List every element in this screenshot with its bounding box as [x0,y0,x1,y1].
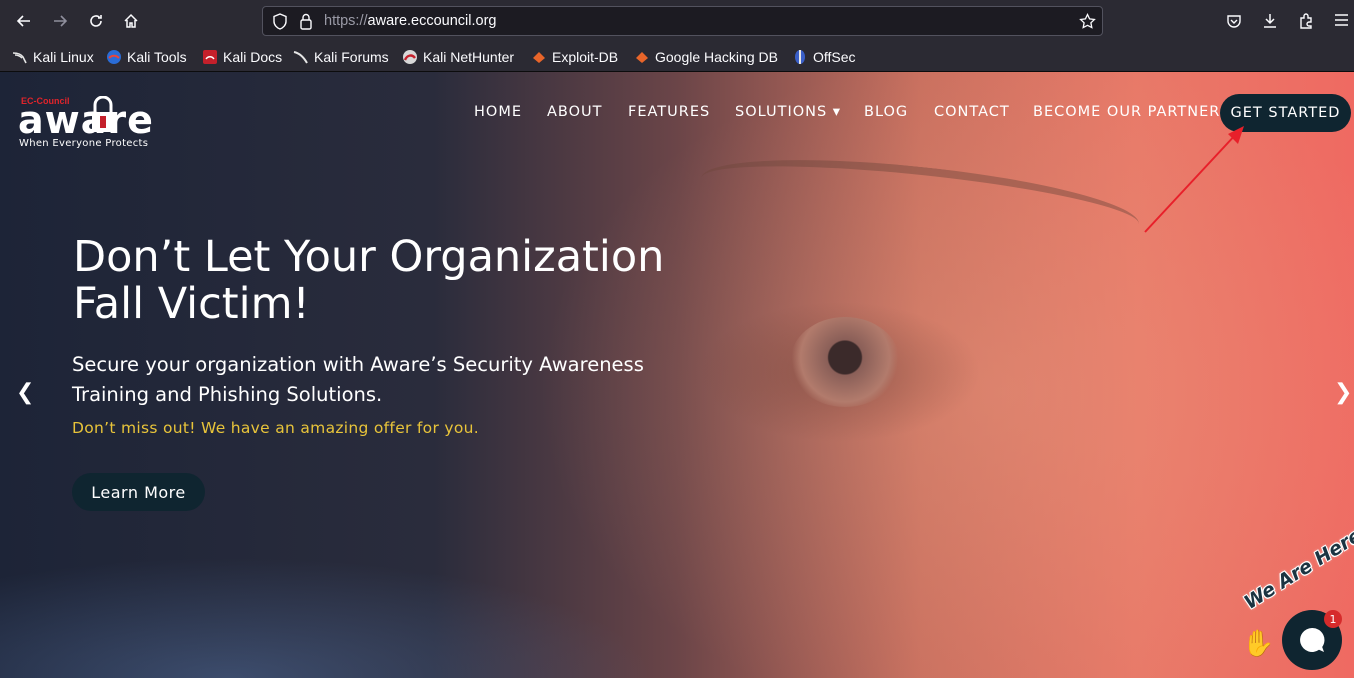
annotation-arrow-icon [1144,126,1244,233]
nav-home[interactable]: HOME [474,104,522,124]
nav-features[interactable]: FEATURES [628,104,710,124]
hamburger-menu-icon[interactable] [1334,13,1349,27]
slider-next-button[interactable]: ❯ [1334,380,1352,405]
hero-offer-text: Don’t miss out! We have an amazing offer… [72,419,479,437]
download-icon[interactable] [1262,12,1278,29]
caret-down-icon: ▾ [832,104,842,120]
extensions-icon[interactable] [1298,12,1315,29]
shield-icon[interactable] [272,13,288,30]
bookmarks-toolbar: Kali Linux Kali Tools Kali Docs Kali For… [0,42,1354,72]
kali-tools-icon [106,49,122,65]
nav-about[interactable]: ABOUT [547,104,603,124]
home-button[interactable] [117,7,145,35]
forward-arrow-icon [54,15,68,27]
bookmark-label: Google Hacking DB [655,49,778,65]
bookmark-exploit-db[interactable]: Exploit-DB [531,47,618,67]
bookmark-label: Kali Tools [127,49,187,65]
hero-title: Don’t Let Your Organization Fall Victim! [73,234,753,328]
bookmark-label: OffSec [813,49,856,65]
hero-title-line1: Don’t Let Your Organization [73,232,665,282]
bookmark-kali-docs[interactable]: Kali Docs [202,47,282,67]
hero-section: EC-Council aware When Everyone Protects … [0,72,1354,678]
nav-become-partner[interactable]: BECOME OUR PARTNER [1033,104,1220,124]
offsec-icon [792,49,808,65]
hero-background-image [697,144,1143,258]
nav-solutions-label: SOLUTIONS [735,104,828,120]
bookmark-label: Kali Forums [314,49,389,65]
kali-dragon-icon [12,49,28,65]
lock-icon[interactable] [299,13,313,30]
site-logo[interactable]: EC-Council aware When Everyone Protects [18,96,168,150]
ghdb-icon [634,49,650,65]
bookmark-google-hacking-db[interactable]: Google Hacking DB [634,47,778,67]
nav-blog[interactable]: BLOG [864,104,908,124]
bookmark-label: Kali Docs [223,49,283,65]
padlock-logo-icon [92,96,114,132]
logo-wordmark: aware [18,98,154,142]
hero-subtitle-line2: Training and Phishing Solutions. [72,383,383,406]
nav-contact[interactable]: CONTACT [934,104,1010,124]
hero-title-line2: Fall Victim! [73,279,310,329]
bookmark-star-icon[interactable] [1079,13,1096,30]
hero-subtitle: Secure your organization with Aware’s Se… [72,350,712,410]
back-arrow-icon [16,15,30,27]
exploit-db-icon [531,49,547,65]
back-button[interactable] [10,7,38,35]
learn-more-button[interactable]: Learn More [72,473,205,511]
bookmark-kali-linux[interactable]: Kali Linux [12,47,94,67]
chat-notification-badge: 1 [1324,610,1342,628]
bookmark-label: Exploit-DB [552,49,619,65]
slider-prev-button[interactable]: ❮ [16,380,34,405]
browser-toolbar: https://aware.eccouncil.org [0,0,1354,42]
bookmark-kali-nethunter[interactable]: Kali NetHunter [402,47,514,67]
reload-button[interactable] [82,7,110,35]
hero-eye-image [790,317,900,407]
forward-button[interactable] [46,7,74,35]
waving-hand-icon: ✋ [1242,629,1275,659]
home-icon [124,13,138,28]
bookmark-offsec[interactable]: OffSec [792,47,856,67]
logo-tagline: When Everyone Protects [19,138,149,149]
chat-bubble-icon [1300,627,1325,652]
url-text[interactable]: https://aware.eccouncil.org [324,13,497,29]
chat-greeting-label: We Are Here! [1240,519,1354,614]
bookmark-kali-tools[interactable]: Kali Tools [106,47,187,67]
reload-icon [90,15,102,27]
bookmark-kali-forums[interactable]: Kali Forums [293,47,389,67]
kali-docs-icon [202,49,218,65]
kali-nethunter-icon [402,49,418,65]
url-scheme: https:// [324,13,368,29]
address-bar[interactable]: https://aware.eccouncil.org [262,6,1103,36]
hero-subtitle-line1: Secure your organization with Aware’s Se… [72,353,644,376]
bookmark-label: Kali Linux [33,49,94,65]
bookmark-label: Kali NetHunter [423,49,515,65]
url-host: aware.eccouncil.org [367,13,497,29]
pocket-icon[interactable] [1226,13,1242,29]
kali-forums-icon [293,49,309,65]
nav-solutions[interactable]: SOLUTIONS ▾ [735,104,841,124]
